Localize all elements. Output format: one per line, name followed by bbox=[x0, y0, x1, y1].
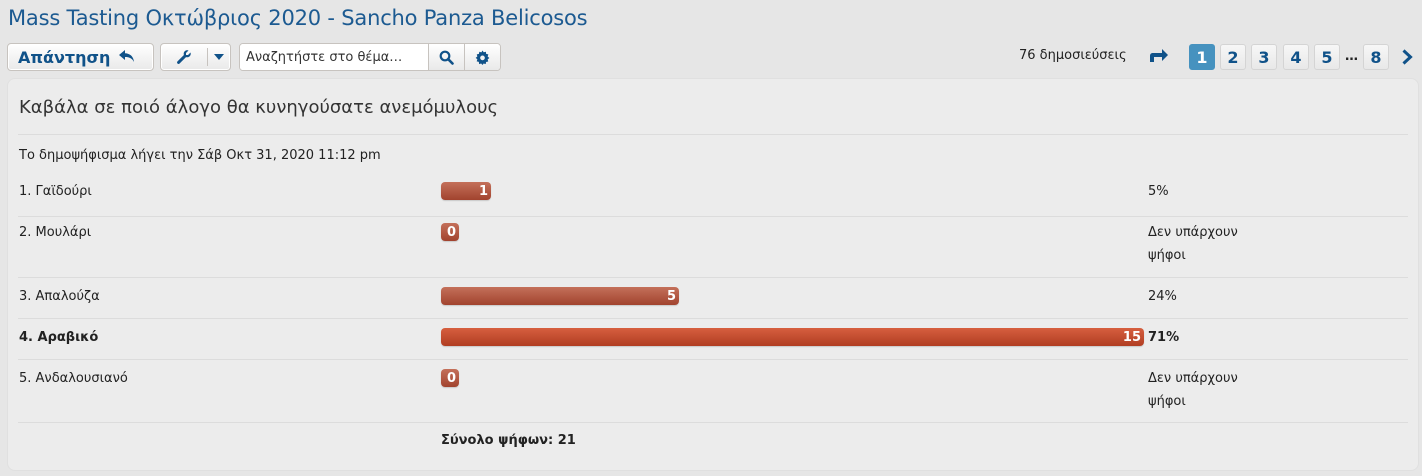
page-3[interactable]: 3 bbox=[1251, 44, 1277, 70]
post-count: 76 δημοσιεύσεις bbox=[1019, 48, 1127, 63]
page-ellipsis: … bbox=[1345, 49, 1358, 64]
search-button[interactable] bbox=[428, 44, 465, 70]
poll-bar: 0 bbox=[441, 369, 459, 387]
gear-icon bbox=[475, 49, 490, 65]
page-4[interactable]: 4 bbox=[1283, 44, 1309, 70]
poll-bar: 0 bbox=[441, 223, 459, 241]
poll-percent: 24% bbox=[1148, 289, 1177, 304]
poll-option-label: 4. Αραβικό bbox=[19, 330, 99, 345]
topic-search bbox=[239, 43, 501, 71]
search-icon bbox=[439, 50, 455, 65]
poll-percent: Δεν υπάρχουν ψήφοι bbox=[1148, 225, 1238, 263]
reply-button[interactable]: Απάντηση bbox=[7, 43, 154, 71]
divider bbox=[18, 216, 1408, 217]
poll-option-label: 2. Μουλάρι bbox=[19, 225, 92, 240]
chevron-down-icon[interactable] bbox=[208, 54, 230, 60]
poll-percent: 5% bbox=[1148, 184, 1169, 199]
poll-percent: 71% bbox=[1148, 330, 1180, 345]
total-votes: Σύνολο ψήφων: 21 bbox=[441, 433, 576, 448]
topic-title[interactable]: Mass Tasting Οκτώβριος 2020 - Sancho Pan… bbox=[8, 6, 588, 30]
divider bbox=[18, 422, 1408, 423]
next-page-icon[interactable] bbox=[1396, 44, 1418, 70]
page-1[interactable]: 1 bbox=[1189, 44, 1215, 70]
advanced-search-button[interactable] bbox=[464, 44, 500, 70]
divider bbox=[18, 277, 1408, 278]
poll-bar: 15 bbox=[441, 328, 1144, 346]
poll-option-label: 1. Γαϊδούρι bbox=[19, 184, 92, 199]
poll-option-label: 5. Ανδαλουσιανό bbox=[19, 371, 128, 386]
page-5[interactable]: 5 bbox=[1314, 44, 1340, 70]
poll-panel: Καβάλα σε ποιό άλογο θα κυνηγούσατε ανεμ… bbox=[8, 79, 1418, 470]
poll-percent: Δεν υπάρχουν ψήφοι bbox=[1148, 371, 1238, 409]
divider bbox=[18, 359, 1408, 360]
divider bbox=[18, 318, 1408, 319]
divider bbox=[18, 134, 1408, 135]
topic-tools-button[interactable] bbox=[160, 43, 231, 71]
poll-end-date: Το δημοψήφισμα λήγει την Σάβ Οκτ 31, 202… bbox=[19, 148, 381, 163]
wrench-icon[interactable] bbox=[161, 49, 207, 65]
search-input[interactable] bbox=[240, 44, 429, 70]
reply-arrow-icon bbox=[118, 48, 136, 67]
reply-button-label: Απάντηση bbox=[18, 47, 111, 67]
page-2[interactable]: 2 bbox=[1220, 44, 1246, 70]
poll-option-label: 3. Απαλούζα bbox=[19, 289, 100, 304]
page-8[interactable]: 8 bbox=[1363, 44, 1389, 70]
jump-to-page-icon[interactable] bbox=[1148, 47, 1170, 67]
poll-question: Καβάλα σε ποιό άλογο θα κυνηγούσατε ανεμ… bbox=[19, 97, 499, 118]
poll-bar: 1 bbox=[441, 182, 491, 200]
poll-bar: 5 bbox=[441, 287, 679, 305]
